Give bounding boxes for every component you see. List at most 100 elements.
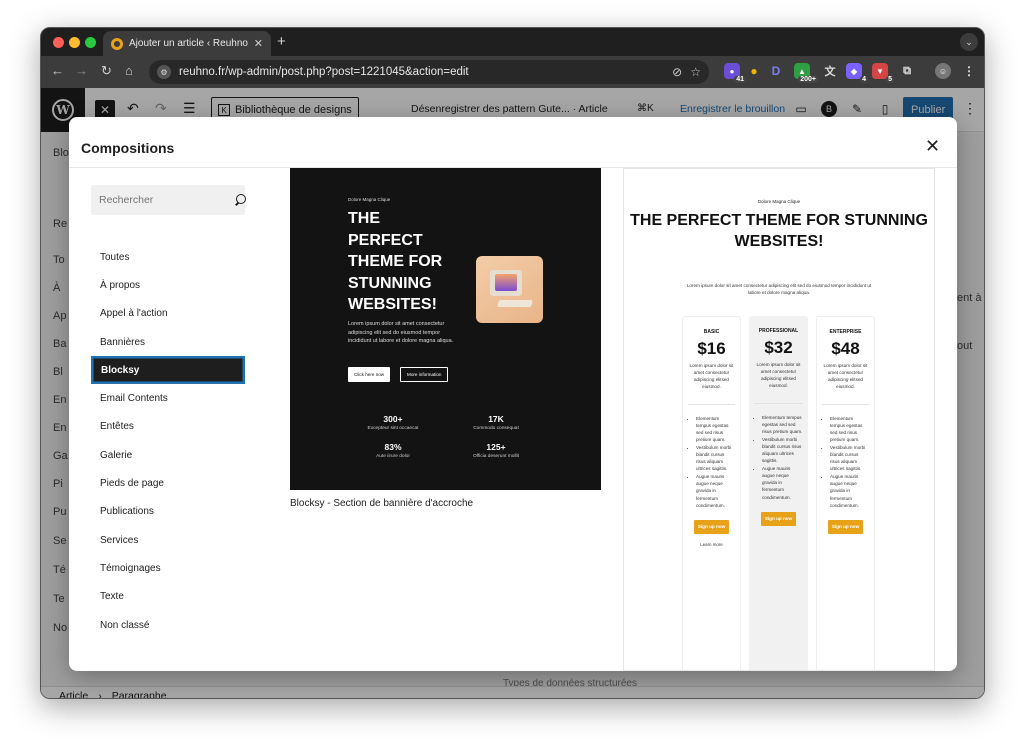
pricing-card-enterprise: ENTERPRISE $48 Lorem ipsum dolor sit ame… <box>816 316 875 670</box>
pricing-card-basic: BASIC $16 Lorem ipsum dolor sit amet con… <box>682 316 741 670</box>
pattern-preview-pricing[interactable]: Dolore Magna Clique THE PERFECT THEME FO… <box>623 168 935 671</box>
close-icon[interactable]: ✕ <box>925 137 940 155</box>
pattern-caption[interactable]: Blocksy - Section de bannière d'accroche <box>290 498 473 509</box>
category-item-publications[interactable]: Publications <box>91 498 245 526</box>
tab-close-icon[interactable]: ✕ <box>254 37 263 50</box>
hero-body: Lorem ipsum dolor sit amet consectetur a… <box>348 321 454 344</box>
maximize-window-button[interactable] <box>85 37 96 48</box>
divider <box>688 403 735 405</box>
stat-label: Officia deserunt mollit <box>472 454 520 459</box>
bookmark-star-icon[interactable]: ☆ <box>690 65 701 79</box>
browser-menu-icon[interactable]: ⋮ <box>961 63 977 79</box>
signup-button: Sign up now <box>827 519 864 534</box>
feature-item: Augue mauris augue neque gravida in ferm… <box>762 465 803 500</box>
feature-item: Elementum tempus egestas sed sed risus p… <box>830 415 869 443</box>
plan-description: Lorem ipsum dolor sit amet consectetur a… <box>823 362 868 389</box>
minimize-window-button[interactable] <box>69 37 80 48</box>
learn-more-link: Learn more <box>700 541 723 547</box>
stat-value: 83% <box>384 442 402 452</box>
reload-icon[interactable]: ↻ <box>101 63 112 79</box>
feature-item: Elementum tempus egestas sed sed risus p… <box>762 414 803 435</box>
extension-translate-icon[interactable]: 文 <box>822 63 838 79</box>
extension-d-icon[interactable]: D <box>768 63 784 79</box>
pricing-card-professional: PROFESSIONAL $32 Lorem ipsum dolor sit a… <box>749 316 808 670</box>
hero-stat: 17K Commodo consequat <box>441 414 551 431</box>
extension-bulb-icon[interactable]: ● <box>746 63 762 79</box>
close-window-button[interactable] <box>53 37 64 48</box>
profile-avatar[interactable]: ☺ <box>935 63 951 79</box>
stat-value: 300+ <box>383 414 403 424</box>
stat-value: 17K <box>488 414 504 424</box>
plan-name: BASIC <box>703 329 720 335</box>
category-item-blocksy[interactable]: Blocksy <box>91 356 245 385</box>
feature-item: Augue mauris augue neque gravida in ferm… <box>830 473 869 508</box>
category-item-pieds[interactable]: Pieds de page <box>91 469 245 497</box>
modal-header: Compositions ✕ <box>69 117 957 168</box>
browser-tab[interactable]: Ajouter un article ‹ Reuhno — ✕ <box>103 31 271 56</box>
tab-search-button[interactable]: ⌄ <box>960 33 978 51</box>
category-item-services[interactable]: Services <box>91 526 245 554</box>
hero-secondary-button: More information <box>400 367 449 382</box>
plan-description: Lorem ipsum dolor sit amet consectetur a… <box>756 361 801 388</box>
hero-primary-button: Click here now <box>348 367 391 382</box>
extension-purple-icon[interactable]: ● 41 <box>724 63 746 83</box>
plan-features: Elementum tempus egestas sed sed risus p… <box>754 414 803 501</box>
category-item-appel[interactable]: Appel à l'action <box>91 300 245 328</box>
extension-shield-icon[interactable]: ◆ 4 <box>846 63 868 83</box>
category-item-entetes[interactable]: Entêtes <box>91 413 245 441</box>
search-input[interactable] <box>99 194 234 206</box>
compositions-modal: Compositions ✕ Toutes À propos Appel à l… <box>69 117 957 671</box>
category-item-email[interactable]: Email Contents <box>91 384 245 412</box>
new-tab-button[interactable]: + <box>277 33 286 50</box>
feature-item: Augue mauris augue neque gravida in ferm… <box>696 473 735 508</box>
desktop: Ajouter un article ‹ Reuhno — ✕ + ⌄ ← → … <box>0 0 1024 751</box>
pricing-eyebrow: Dolore Magna Clique <box>757 199 801 204</box>
extensions-puzzle-icon[interactable]: ⧉ <box>899 63 915 79</box>
feature-item: Vestibulum morbi blandit cursus risus al… <box>696 444 735 472</box>
retro-computer-illustration <box>476 256 543 323</box>
category-item-texte[interactable]: Texte <box>91 583 245 611</box>
divider <box>822 403 869 405</box>
hero-stat: 300+ Excepteur sint occaecat <box>338 414 448 431</box>
category-item-a-propos[interactable]: À propos <box>91 271 245 299</box>
hero-eyebrow: Dolore Magna Clique <box>348 197 391 202</box>
plan-name: ENTERPRISE <box>829 329 862 335</box>
back-arrow-icon[interactable]: ← <box>51 63 64 78</box>
site-favicon-icon <box>111 37 123 50</box>
home-icon[interactable]: ⌂ <box>125 63 133 78</box>
category-item-temoignages[interactable]: Témoignages <box>91 554 245 582</box>
category-item-non-classe[interactable]: Non classé <box>91 611 245 639</box>
search-icon[interactable] <box>234 194 246 206</box>
stat-value: 125+ <box>486 442 506 452</box>
forward-arrow-icon[interactable]: → <box>75 63 88 78</box>
site-info-icon[interactable]: ⚙ <box>157 65 171 79</box>
stat-label: Aute iirure dolor <box>376 454 410 459</box>
hero-stat: 125+ Officia deserunt mollit <box>441 442 551 459</box>
url-text[interactable]: reuhno.fr/wp-admin/post.php?post=1221045… <box>179 66 664 78</box>
modal-title: Compositions <box>81 140 175 156</box>
plan-features: Elementum tempus egestas sed sed risus p… <box>688 415 735 509</box>
search-box[interactable] <box>91 185 246 215</box>
plan-price: $32 <box>764 337 793 357</box>
feature-item: Vestibulum morbi blandit cursus risus al… <box>830 444 869 472</box>
plan-name: PROFESSIONAL <box>758 328 799 334</box>
category-item-bannieres[interactable]: Bannières <box>91 328 245 356</box>
pattern-grid: Dolore Magna Clique THE PERFECT THEME FO… <box>289 168 957 671</box>
signup-button: Sign up now <box>693 519 730 534</box>
category-sidebar: Toutes À propos Appel à l'action Bannièr… <box>69 168 269 671</box>
address-bar[interactable]: ⚙ reuhno.fr/wp-admin/post.php?post=12210… <box>149 60 709 84</box>
extension-green-icon[interactable]: ▲ 200+ <box>794 63 818 83</box>
stat-label: Commodo consequat <box>473 426 519 431</box>
browser-window: Ajouter un article ‹ Reuhno — ✕ + ⌄ ← → … <box>40 27 985 699</box>
hero-stat: 83% Aute iirure dolor <box>338 442 448 459</box>
tab-bar: Ajouter un article ‹ Reuhno — ✕ + ⌄ <box>41 28 984 56</box>
tab-title: Ajouter un article ‹ Reuhno — <box>129 38 248 49</box>
category-item-toutes[interactable]: Toutes <box>91 243 245 271</box>
feature-item: Elementum tempus egestas sed sed risus p… <box>696 415 735 443</box>
pricing-title: THE PERFECT THEME FOR STUNNING WEBSITES! <box>630 212 928 250</box>
pattern-preview-hero[interactable]: Dolore Magna Clique THE PERFECT THEME FO… <box>290 168 601 490</box>
category-item-galerie[interactable]: Galerie <box>91 441 245 469</box>
eye-slash-icon[interactable]: ⊘ <box>672 65 682 79</box>
plan-price: $48 <box>831 338 860 358</box>
extension-red-icon[interactable]: ▼ 5 <box>872 63 894 83</box>
